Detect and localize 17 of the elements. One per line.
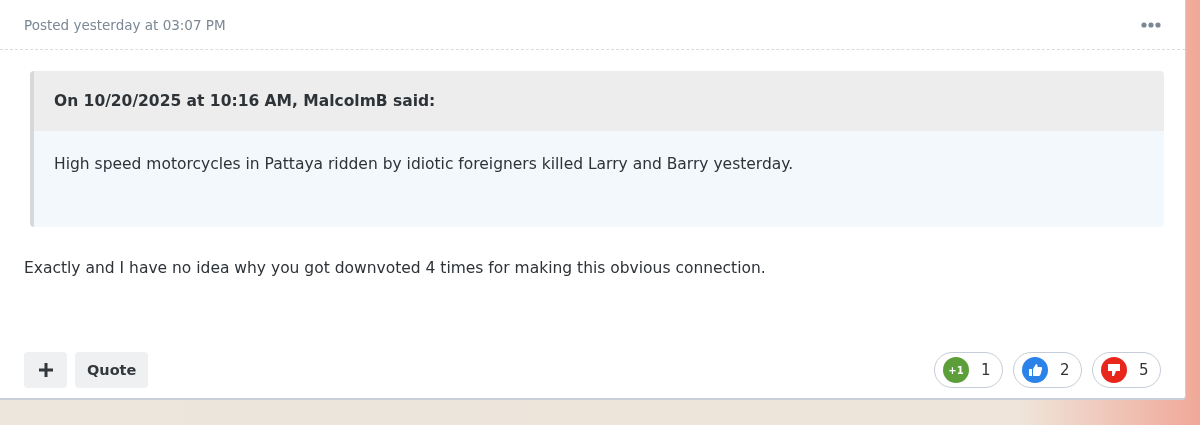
- reaction-count: 1: [981, 361, 991, 379]
- add-button[interactable]: [24, 352, 67, 388]
- reaction-count: 2: [1060, 361, 1070, 379]
- reaction-button[interactable]: 5: [1092, 352, 1161, 388]
- post-text: Exactly and I have no idea why you got downvoted 4 times for making this obvious connection.: [24, 259, 766, 277]
- quote-citation: On 10/20/2025 at 10:16 AM, MalcolmB said:: [34, 71, 1164, 131]
- more-options-icon[interactable]: [1141, 21, 1161, 28]
- reaction-button[interactable]: 2: [1013, 352, 1082, 388]
- reaction-count: 5: [1139, 361, 1149, 379]
- thumbs-down-icon: [1101, 357, 1127, 383]
- thumbs-up-icon: [1022, 357, 1048, 383]
- plus-icon: [38, 363, 53, 377]
- quote-text: High speed motorcycles in Pattaya ridden by idiotic foreigners killed Larry and Barry yesterday.: [34, 131, 1164, 227]
- reaction-button[interactable]: +1 1: [934, 352, 1003, 388]
- post-timestamp: Posted yesterday at 03:07 PM: [24, 16, 226, 33]
- quote-button[interactable]: Quote: [75, 352, 149, 388]
- plus-one-badge: +1: [943, 357, 969, 383]
